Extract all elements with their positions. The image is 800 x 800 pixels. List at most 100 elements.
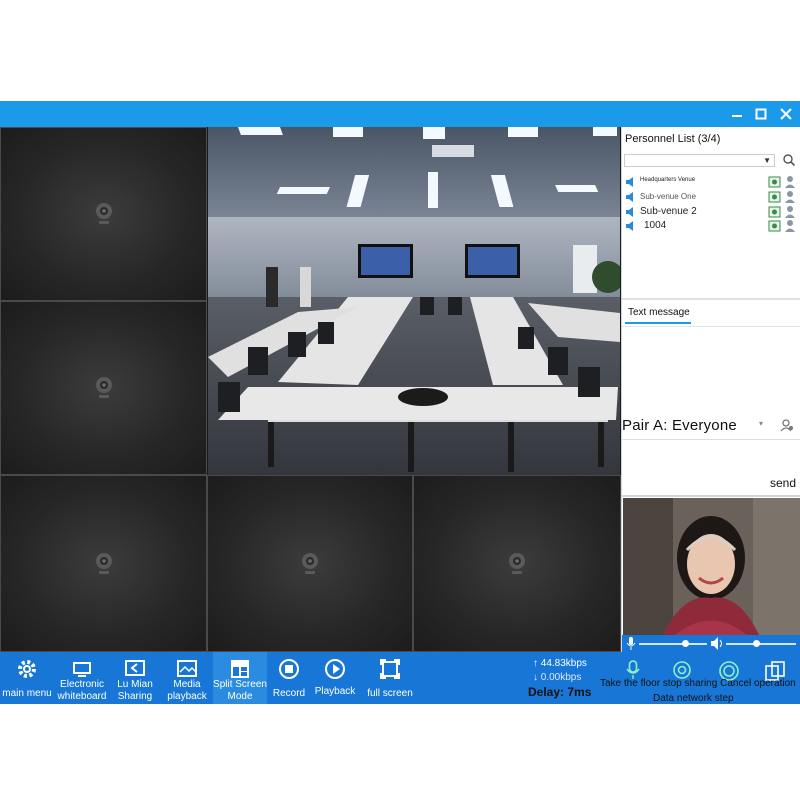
lu-mian-sharing-button[interactable]: Lu Mian Sharing — [112, 652, 158, 704]
bottom-toolbar: main menu Electronic whiteboard Lu Mian … — [0, 652, 800, 704]
record-icon — [279, 659, 299, 679]
webcam-icon — [95, 552, 112, 574]
camera-status-icon[interactable] — [768, 205, 782, 219]
toolbar-label: full screen — [367, 688, 413, 699]
text-message-tab[interactable]: Text message — [628, 307, 690, 318]
video-tile[interactable] — [413, 475, 621, 652]
media-playback-button[interactable]: Media playback — [162, 652, 212, 704]
video-tile[interactable] — [0, 475, 207, 652]
personnel-filter-dropdown[interactable]: ▼ — [624, 154, 775, 167]
divider — [622, 326, 800, 327]
main-video-feed[interactable] — [208, 127, 620, 475]
camera-status-icon[interactable] — [768, 219, 782, 233]
toolbar-label: Playback — [314, 686, 356, 697]
microphone-icon[interactable] — [624, 660, 642, 680]
webcam-icon — [95, 377, 112, 398]
main-menu-button[interactable]: main menu — [2, 652, 52, 704]
toolbar-label: Media playback — [167, 679, 207, 702]
download-value: 0.00kbps — [540, 672, 582, 683]
personnel-list-title: Personnel List (3/4) — [625, 133, 721, 145]
personnel-name: 1004 — [644, 220, 667, 231]
speaker-icon — [626, 192, 633, 202]
webcam-icon — [302, 552, 318, 574]
personnel-name: Headquarters Venue — [640, 177, 696, 183]
minimize-icon[interactable] — [727, 104, 747, 124]
camera-status-icon[interactable] — [768, 175, 782, 189]
gear-icon — [18, 660, 36, 678]
upload-value: 44.83kbps — [540, 658, 587, 669]
play-icon — [325, 659, 345, 679]
video-tile[interactable] — [0, 301, 207, 475]
conference-room-image — [208, 127, 620, 475]
camera-status-icon[interactable] — [768, 190, 782, 204]
fullscreen-icon — [380, 659, 400, 679]
list-item[interactable]: Sub-venue 2 — [622, 205, 800, 219]
audio-controls — [622, 635, 800, 652]
user-settings-icon[interactable] — [780, 418, 794, 432]
whiteboard-icon — [73, 662, 91, 677]
person-icon[interactable] — [784, 219, 796, 233]
video-tile[interactable] — [207, 475, 413, 652]
panel-splitter[interactable] — [622, 298, 800, 300]
full-screen-button[interactable]: full screen — [364, 652, 416, 704]
side-panel: Personnel List (3/4) ▼ Headquarters Venu… — [621, 127, 800, 652]
conference-window: Personnel List (3/4) ▼ Headquarters Venu… — [0, 101, 800, 704]
person-icon[interactable] — [784, 190, 796, 204]
tab-indicator — [625, 322, 691, 324]
local-video-preview[interactable] — [623, 498, 800, 635]
record-button[interactable]: Record — [270, 652, 308, 704]
self-portrait-image — [623, 498, 800, 635]
speaker-volume-icon[interactable] — [711, 637, 723, 650]
speaker-volume-slider[interactable] — [726, 643, 796, 645]
send-button[interactable]: send — [770, 476, 796, 490]
list-item[interactable]: Sub-venue One — [622, 190, 800, 204]
list-item[interactable]: Headquarters Venue — [622, 175, 800, 189]
split-screen-icon — [231, 660, 249, 678]
media-icon — [177, 660, 197, 677]
upload-rate: ↑ 44.83kbps — [533, 658, 587, 669]
cancel-operation-button[interactable]: Cancel operation — [720, 678, 796, 689]
webcam-icon — [509, 552, 525, 574]
speaker-icon — [626, 177, 633, 187]
search-icon[interactable] — [782, 153, 796, 167]
recipient-label[interactable]: Pair A: Everyone — [622, 417, 737, 434]
webcam-icon — [95, 203, 112, 224]
action-labels: Take the floor stop sharing Cancel opera… — [600, 678, 796, 689]
video-grid — [0, 127, 621, 652]
toolbar-label: Record — [272, 688, 306, 699]
playback-button[interactable]: Playback — [313, 652, 357, 704]
split-screen-mode-button[interactable]: Split Screen Mode — [213, 652, 267, 704]
person-icon[interactable] — [784, 175, 796, 189]
speaker-slider-handle[interactable] — [753, 640, 760, 647]
divider — [622, 495, 800, 497]
close-icon[interactable] — [776, 104, 796, 124]
toolbar-label: Electronic whiteboard — [57, 679, 107, 702]
maximize-icon[interactable] — [751, 104, 771, 124]
delay-indicator: Delay: 7ms — [528, 685, 592, 699]
stop-sharing-button[interactable]: stop sharing — [663, 678, 717, 689]
toolbar-label: main menu — [2, 688, 52, 699]
title-bar — [0, 101, 800, 127]
data-network-step-button[interactable]: Data network step — [653, 693, 734, 704]
download-rate: ↓ 0.00kbps — [533, 672, 581, 683]
personnel-name: Sub-venue One — [640, 192, 697, 201]
chevron-down-icon: ▼ — [763, 156, 771, 165]
electronic-whiteboard-button[interactable]: Electronic whiteboard — [55, 652, 109, 704]
arrow-down-icon: ↓ — [533, 672, 538, 683]
speaker-icon — [626, 221, 633, 231]
toolbar-label: Lu Mian Sharing — [117, 679, 153, 702]
mic-slider-handle[interactable] — [682, 640, 689, 647]
chevron-down-icon[interactable]: ▾ — [759, 419, 763, 428]
share-icon — [125, 660, 145, 676]
stop-sharing-icon[interactable] — [672, 660, 692, 680]
personnel-name: Sub-venue 2 — [640, 206, 697, 217]
speaker-icon — [626, 207, 633, 217]
mic-volume-slider[interactable] — [639, 643, 707, 645]
arrow-up-icon: ↑ — [533, 658, 538, 669]
toolbar-label: Split Screen Mode — [213, 679, 267, 702]
list-item[interactable]: 1004 — [622, 219, 800, 233]
take-the-floor-button[interactable]: Take the floor — [600, 678, 660, 689]
video-tile[interactable] — [0, 127, 207, 301]
person-icon[interactable] — [784, 205, 796, 219]
microphone-icon[interactable] — [626, 637, 636, 650]
